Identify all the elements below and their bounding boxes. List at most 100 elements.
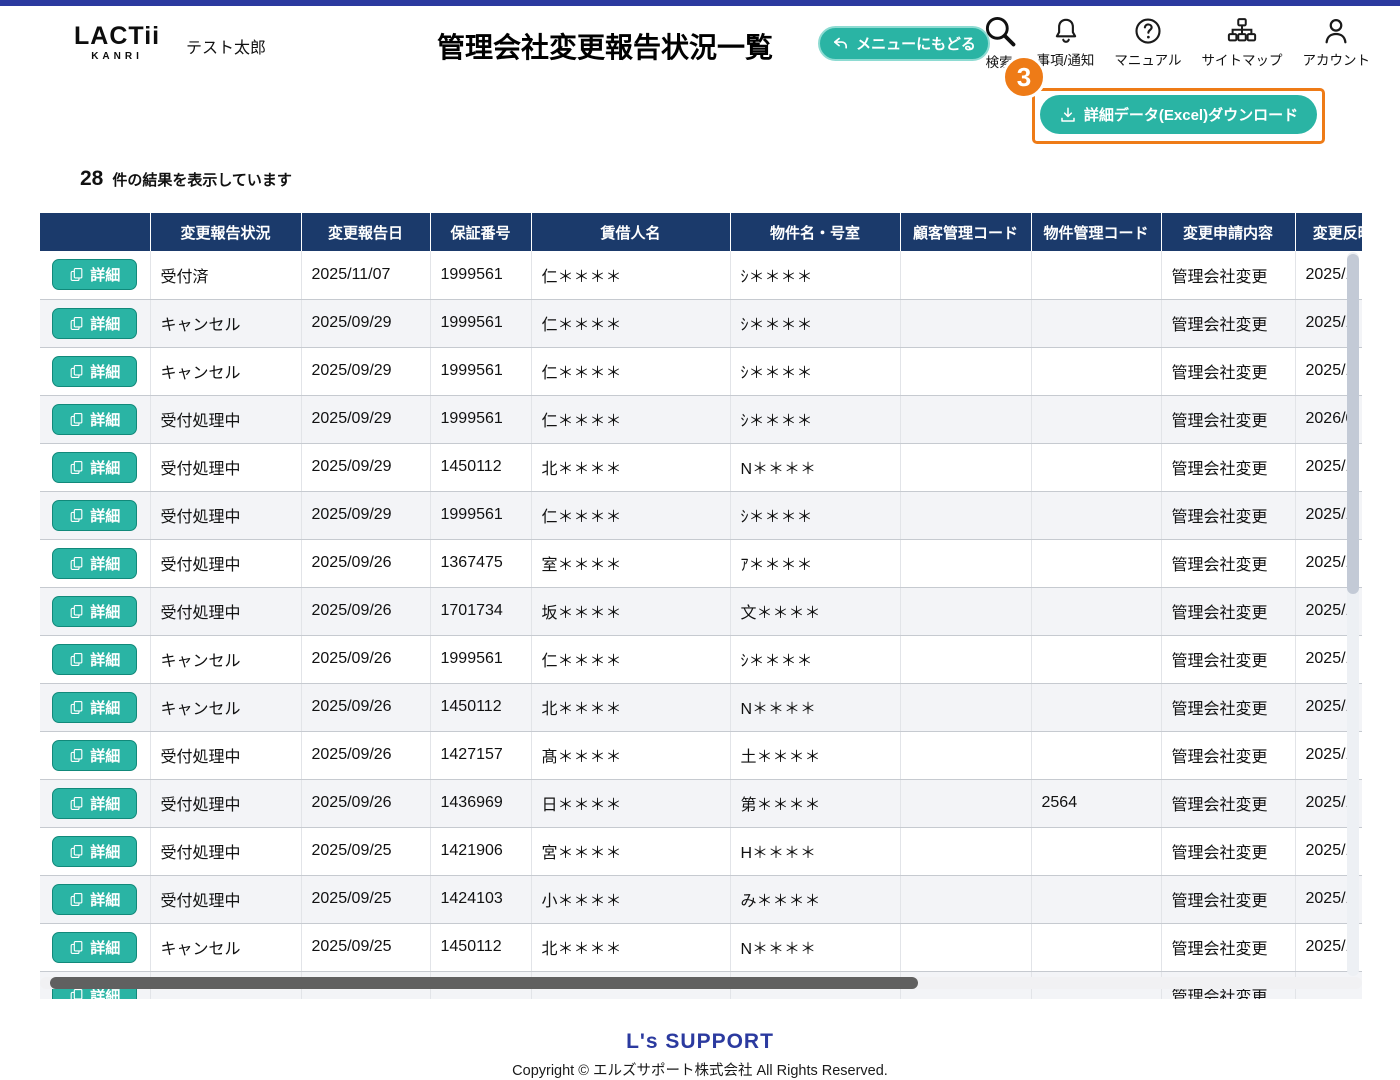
cell-request: 管理会社変更	[1161, 539, 1296, 588]
cell-property-code	[1031, 635, 1162, 684]
cell-status: 受付済	[150, 251, 302, 300]
cell-property: N＊＊＊＊	[730, 923, 901, 972]
cell-customer-code	[900, 443, 1032, 492]
cell-property: ｼ＊＊＊＊	[730, 395, 901, 444]
nav-item-notifications[interactable]: 事項/通知	[1037, 16, 1094, 71]
table-row: 詳細 受付処理中 2025/09/26 1436969 日＊＊＊＊ 第＊＊＊＊ …	[40, 779, 1362, 828]
cell-customer-code	[900, 827, 1032, 876]
detail-cell: 詳細	[40, 347, 151, 396]
cell-customer-code	[900, 683, 1032, 732]
detail-cell: 詳細	[40, 539, 151, 588]
cell-property: ｼ＊＊＊＊	[730, 491, 901, 540]
table-row: 詳細 キャンセル 2025/09/29 1999561 仁＊＊＊＊ ｼ＊＊＊＊ …	[40, 347, 1362, 396]
vertical-scrollbar-thumb[interactable]	[1347, 254, 1359, 594]
cell-request: 管理会社変更	[1161, 827, 1296, 876]
table-row: 詳細 受付済 2025/11/07 1999561 仁＊＊＊＊ ｼ＊＊＊＊ 管理…	[40, 251, 1362, 300]
detail-button[interactable]: 詳細	[52, 739, 138, 771]
cell-status: キャンセル	[150, 923, 302, 972]
detail-button[interactable]: 詳細	[52, 451, 138, 483]
cell-request: 管理会社変更	[1161, 875, 1296, 924]
cell-customer-code	[900, 299, 1032, 348]
cell-property-code	[1031, 827, 1162, 876]
cell-report-date: 2025/11/07	[301, 251, 431, 300]
cell-tenant: 坂＊＊＊＊	[531, 587, 731, 636]
page-title: 管理会社変更報告状況一覧	[437, 32, 774, 63]
document-icon	[70, 556, 83, 570]
detail-button[interactable]: 詳細	[52, 787, 138, 819]
cell-guarantee-no: 1450112	[430, 923, 532, 972]
detail-button[interactable]: 詳細	[52, 547, 138, 579]
document-icon	[70, 988, 83, 999]
app-logo-main: LACTii	[74, 22, 161, 50]
table-row: 詳細 キャンセル 2025/09/25 1450112 北＊＊＊＊ N＊＊＊＊ …	[40, 923, 1362, 972]
column-header-property: 物件名・号室	[730, 213, 901, 251]
cell-customer-code	[900, 875, 1032, 924]
detail-cell: 詳細	[40, 875, 151, 924]
back-to-menu-button[interactable]: メニューにもどる	[818, 26, 990, 61]
document-icon	[70, 364, 83, 378]
document-icon	[70, 700, 83, 714]
detail-button[interactable]: 詳細	[52, 595, 138, 627]
detail-button[interactable]: 詳細	[52, 499, 138, 531]
cell-report-date: 2025/09/26	[301, 539, 431, 588]
detail-button-label: 詳細	[90, 507, 121, 525]
nav-label-account: アカウント	[1302, 53, 1371, 68]
cell-guarantee-no: 1999561	[430, 395, 532, 444]
cell-guarantee-no: 1450112	[430, 443, 532, 492]
detail-button[interactable]: 詳細	[52, 259, 138, 291]
detail-button[interactable]: 詳細	[52, 403, 138, 435]
detail-button[interactable]: 詳細	[52, 931, 138, 963]
nav-item-account[interactable]: アカウント	[1302, 16, 1371, 71]
detail-cell: 詳細	[40, 827, 151, 876]
cell-tenant: 日＊＊＊＊	[531, 779, 731, 828]
cell-property: ｼ＊＊＊＊	[730, 251, 901, 300]
detail-cell: 詳細	[40, 683, 151, 732]
table-row: 詳細 受付処理中 2025/09/26 1367475 室＊＊＊＊ ｱ＊＊＊＊ …	[40, 539, 1362, 588]
column-header-property-code: 物件管理コード	[1031, 213, 1162, 251]
cell-customer-code	[900, 635, 1032, 684]
cell-tenant: 北＊＊＊＊	[531, 683, 731, 732]
detail-button[interactable]: 詳細	[52, 355, 138, 387]
cell-status: キャンセル	[150, 683, 302, 732]
cell-property-code	[1031, 587, 1162, 636]
cell-report-date: 2025/09/29	[301, 347, 431, 396]
detail-cell: 詳細	[40, 251, 151, 300]
detail-button[interactable]: 詳細	[52, 643, 138, 675]
excel-download-label: 詳細データ(Excel)ダウンロード	[1083, 107, 1299, 124]
cell-report-date: 2025/09/26	[301, 683, 431, 732]
detail-button-label: 詳細	[90, 315, 121, 333]
detail-button[interactable]: 詳細	[52, 883, 138, 915]
detail-button[interactable]: 詳細	[52, 307, 138, 339]
cell-property-code: 2564	[1031, 779, 1162, 828]
detail-button[interactable]: 詳細	[52, 691, 138, 723]
detail-button[interactable]: 詳細	[52, 835, 138, 867]
cell-guarantee-no: 1999561	[430, 491, 532, 540]
cell-tenant: 仁＊＊＊＊	[531, 347, 731, 396]
nav-label-sitemap: サイトマップ	[1201, 53, 1283, 68]
detail-cell: 詳細	[40, 443, 151, 492]
detail-cell: 詳細	[40, 731, 151, 780]
nav-item-manual[interactable]: マニュアル	[1114, 16, 1182, 71]
cell-property: ｼ＊＊＊＊	[730, 347, 901, 396]
table-row: 詳細 受付処理中 2025/09/29 1999561 仁＊＊＊＊ ｼ＊＊＊＊ …	[40, 395, 1362, 444]
back-to-menu-label: メニューにもどる	[856, 36, 976, 53]
document-icon	[70, 268, 83, 282]
detail-cell: 詳細	[40, 635, 151, 684]
horizontal-scrollbar-thumb[interactable]	[50, 977, 918, 989]
column-header-request: 変更申請内容	[1161, 213, 1296, 251]
cell-property-code	[1031, 443, 1162, 492]
table-row: 詳細 キャンセル 2025/09/29 1999561 仁＊＊＊＊ ｼ＊＊＊＊ …	[40, 299, 1362, 348]
cell-customer-code	[900, 347, 1032, 396]
cell-status: 受付処理中	[150, 491, 302, 540]
annotation-frame: 詳細データ(Excel)ダウンロード	[1032, 88, 1325, 144]
nav-item-sitemap[interactable]: サイトマップ	[1202, 16, 1283, 71]
app-logo[interactable]: LACTii KANRI	[74, 22, 161, 63]
document-icon	[70, 748, 83, 762]
results-count: 28	[80, 167, 104, 190]
cell-report-date: 2025/09/26	[301, 635, 431, 684]
cell-report-date: 2025/09/29	[301, 299, 431, 348]
cell-report-date: 2025/09/25	[301, 923, 431, 972]
cell-guarantee-no: 1701734	[430, 587, 532, 636]
excel-download-button[interactable]: 詳細データ(Excel)ダウンロード	[1040, 95, 1317, 134]
page-footer: L's SUPPORT Copyright © エルズサポート株式会社 All …	[0, 1030, 1400, 1080]
